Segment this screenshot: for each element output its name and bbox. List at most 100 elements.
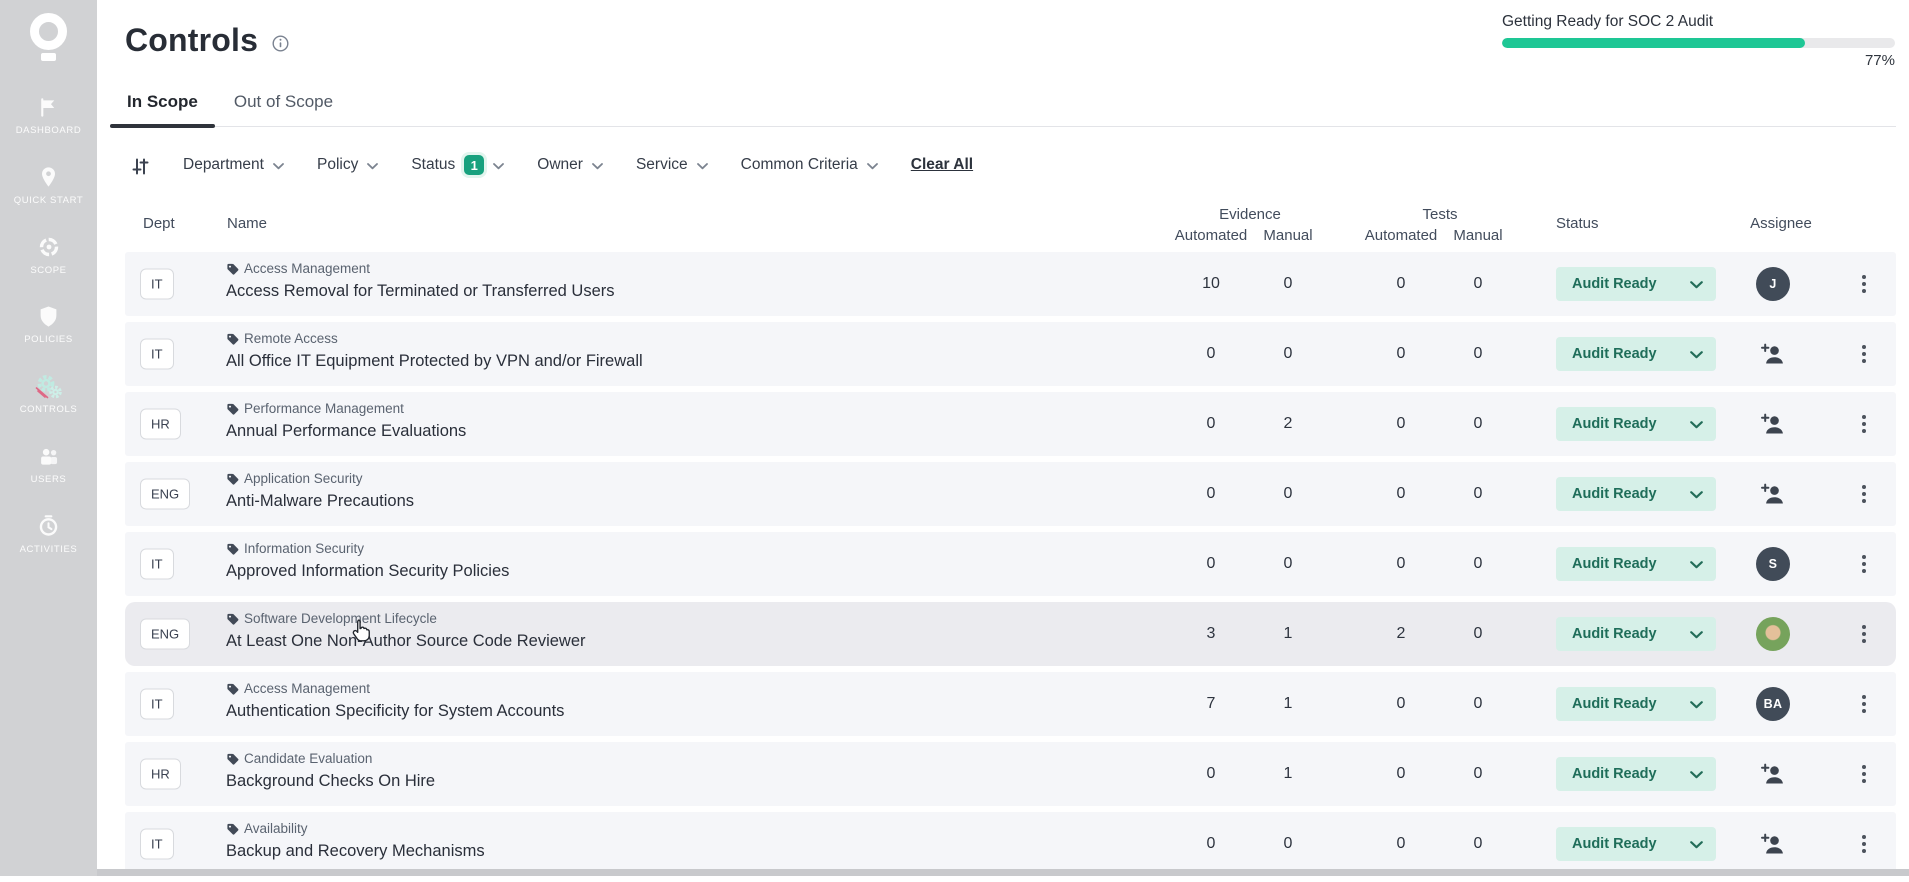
flag-icon xyxy=(37,94,60,121)
tests-automated-count: 2 xyxy=(1396,625,1406,642)
chevron-down-icon xyxy=(1690,560,1703,569)
dept-chip: ENG xyxy=(140,618,191,650)
tab-out-of-scope[interactable]: Out of Scope xyxy=(217,90,350,126)
tests-manual-count: 0 xyxy=(1473,695,1483,712)
col-header-tests-automated: Automated xyxy=(1364,227,1438,244)
sidebar-item-scope[interactable]: SCOPE xyxy=(3,234,95,278)
assignee-avatar xyxy=(1756,617,1790,651)
sidebar-item-controls[interactable]: CONTROLS xyxy=(3,373,95,417)
status-dropdown[interactable]: Audit Ready xyxy=(1556,267,1716,301)
sidebar-nav: DASHBOARD QUICK START SCOPE POLICIES CONTROL… xyxy=(0,94,97,557)
table-row[interactable]: IT Access Management Authentication Specif… xyxy=(125,672,1896,736)
evidence-automated-count: 0 xyxy=(1206,765,1216,782)
kebab-menu-button[interactable] xyxy=(1856,409,1872,439)
category-line: Candidate Evaluation xyxy=(226,751,372,766)
tests-manual-count: 0 xyxy=(1473,345,1483,362)
tag-icon xyxy=(226,543,239,556)
table-row[interactable]: ENG Application Security Anti-Malware Prec… xyxy=(125,462,1896,526)
chevron-down-icon xyxy=(273,162,284,170)
table-row[interactable]: IT Information Security Approved Informati… xyxy=(125,532,1896,596)
tag-icon xyxy=(226,683,239,696)
filter-policy[interactable]: Policy xyxy=(317,156,379,174)
table-row[interactable]: ENG Software Development Lifecycle At Leas… xyxy=(125,602,1896,666)
controls-table: IT Access Management Access Removal for Te… xyxy=(125,252,1896,882)
status-dropdown[interactable]: Audit Ready xyxy=(1556,477,1716,511)
progress-percent: 77% xyxy=(1864,52,1895,69)
filter-department[interactable]: Department xyxy=(183,156,284,174)
col-header-assignee: Assignee xyxy=(1750,215,1812,232)
add-assignee-button[interactable] xyxy=(1760,832,1787,856)
users-icon xyxy=(37,443,61,470)
gears-icon xyxy=(33,373,65,400)
add-assignee-button[interactable] xyxy=(1760,482,1787,506)
filter-label: Common Criteria xyxy=(740,156,858,173)
chevron-down-icon xyxy=(1690,490,1703,499)
sidebar-item-quick-start[interactable]: QUICK START xyxy=(3,164,95,208)
tests-manual-count: 0 xyxy=(1473,275,1483,292)
filter-count-badge: 1 xyxy=(464,155,485,175)
filter-label: Status xyxy=(411,156,456,173)
info-icon[interactable] xyxy=(272,35,289,52)
kebab-menu-button[interactable] xyxy=(1856,829,1872,859)
status-label: Audit Ready xyxy=(1572,416,1657,432)
tab-in-scope[interactable]: In Scope xyxy=(110,90,215,128)
tag-icon xyxy=(226,403,239,416)
status-dropdown[interactable]: Audit Ready xyxy=(1556,617,1716,651)
sidebar-item-label: DASHBOARD xyxy=(15,125,82,136)
control-name: Authentication Specificity for System Ac… xyxy=(226,702,565,720)
sidebar-item-label: CONTROLS xyxy=(19,404,78,416)
sidebar-item-dashboard[interactable]: DASHBOARD xyxy=(3,94,95,138)
category-line: Software Development Lifecycle xyxy=(226,611,437,626)
status-dropdown[interactable]: Audit Ready xyxy=(1556,407,1716,441)
control-name: Anti-Malware Precautions xyxy=(226,492,414,510)
kebab-menu-button[interactable] xyxy=(1856,549,1872,579)
filter-owner[interactable]: Owner xyxy=(537,156,603,174)
filter-status[interactable]: Status 1 xyxy=(411,155,505,175)
chevron-down-icon xyxy=(1690,700,1703,709)
tests-automated-count: 0 xyxy=(1396,485,1406,502)
evidence-manual-count: 0 xyxy=(1283,345,1293,362)
table-row[interactable]: IT Access Management Access Removal for Te… xyxy=(125,252,1896,316)
col-header-evidence: Evidence xyxy=(1219,206,1281,223)
sidebar-item-users[interactable]: USERS xyxy=(3,443,95,487)
sidebar-item-policies[interactable]: POLICIES xyxy=(3,303,95,347)
horizontal-scrollbar[interactable] xyxy=(97,869,1909,876)
chevron-down-icon xyxy=(1690,630,1703,639)
category-line: Remote Access xyxy=(226,331,338,346)
table-row[interactable]: IT Remote Access All Office IT Equipment P… xyxy=(125,322,1896,386)
add-person-icon xyxy=(1760,412,1787,436)
add-assignee-button[interactable] xyxy=(1760,762,1787,786)
kebab-menu-button[interactable] xyxy=(1856,759,1872,789)
status-dropdown[interactable]: Audit Ready xyxy=(1556,687,1716,721)
kebab-menu-button[interactable] xyxy=(1856,689,1872,719)
filter-common-criteria[interactable]: Common Criteria xyxy=(741,156,878,174)
status-dropdown[interactable]: Audit Ready xyxy=(1556,337,1716,371)
status-dropdown[interactable]: Audit Ready xyxy=(1556,547,1716,581)
assignee-avatar: BA xyxy=(1756,687,1790,721)
kebab-menu-button[interactable] xyxy=(1856,619,1872,649)
table-row[interactable]: HR Candidate Evaluation Background Checks … xyxy=(125,742,1896,806)
dept-chip: IT xyxy=(140,268,174,300)
tag-icon xyxy=(226,263,239,276)
page-title: Controls xyxy=(125,22,259,58)
add-assignee-button[interactable] xyxy=(1760,342,1787,366)
table-row[interactable]: IT Availability Backup and Recovery Mechan… xyxy=(125,812,1896,876)
evidence-automated-count: 3 xyxy=(1206,625,1216,642)
add-assignee-button[interactable] xyxy=(1760,412,1787,436)
table-row[interactable]: HR Performance Management Annual Performan… xyxy=(125,392,1896,456)
category-label: Remote Access xyxy=(244,331,338,346)
kebab-menu-button[interactable] xyxy=(1856,339,1872,369)
sidebar-item-label: SCOPE xyxy=(30,264,67,276)
status-dropdown[interactable]: Audit Ready xyxy=(1556,827,1716,861)
tests-manual-count: 0 xyxy=(1473,625,1483,642)
clear-all-link[interactable]: Clear All xyxy=(911,156,973,174)
dept-chip: ENG xyxy=(140,478,191,510)
category-line: Application Security xyxy=(226,471,363,486)
chevron-down-icon xyxy=(1690,350,1703,359)
filter-service[interactable]: Service xyxy=(636,156,708,174)
kebab-menu-button[interactable] xyxy=(1856,479,1872,509)
sidebar-item-activities[interactable]: ACTIVITIES xyxy=(3,513,95,557)
status-dropdown[interactable]: Audit Ready xyxy=(1556,757,1716,791)
category-line: Performance Management xyxy=(226,401,404,416)
kebab-menu-button[interactable] xyxy=(1856,269,1872,299)
